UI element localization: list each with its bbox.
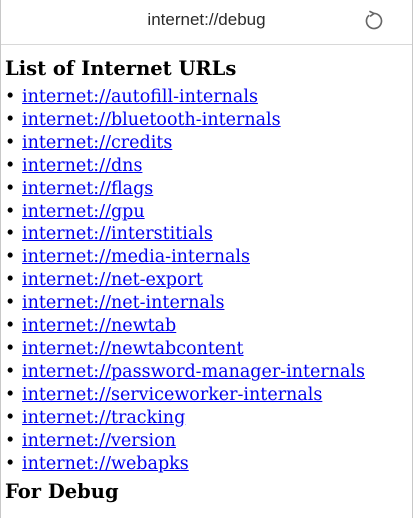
- link-newtabcontent[interactable]: internet://newtabcontent: [22, 339, 244, 359]
- link-net-internals[interactable]: internet://net-internals: [22, 293, 224, 313]
- bullet: •: [5, 270, 16, 291]
- link-flags[interactable]: internet://flags: [22, 179, 153, 199]
- link-webapks[interactable]: internet://webapks: [22, 454, 189, 474]
- link-newtab[interactable]: internet://newtab: [22, 316, 176, 336]
- bullet: •: [5, 87, 16, 107]
- list-item: • internet://newtabcontent: [5, 338, 412, 361]
- bullet: •: [5, 453, 16, 474]
- bullet: •: [5, 338, 16, 359]
- list-item: • internet://net-internals: [5, 292, 412, 315]
- link-bluetooth-internals[interactable]: internet://bluetooth-internals: [22, 110, 281, 130]
- list-item: • internet://media-internals: [5, 246, 412, 269]
- bullet: •: [5, 384, 16, 405]
- link-net-export[interactable]: internet://net-export: [22, 270, 203, 290]
- link-tracking[interactable]: internet://tracking: [22, 408, 185, 428]
- list-item: • internet://net-export: [5, 269, 412, 292]
- list-item: • internet://autofill-internals: [5, 86, 412, 109]
- list-item: • internet://serviceworker-internals: [5, 384, 412, 407]
- url-text[interactable]: internet://debug: [1, 10, 412, 30]
- link-autofill-internals[interactable]: internet://autofill-internals: [22, 87, 258, 107]
- link-interstitials[interactable]: internet://interstitials: [22, 224, 213, 244]
- reload-button[interactable]: [362, 9, 386, 33]
- list-item: • internet://webapks: [5, 453, 412, 476]
- bullet: •: [5, 109, 16, 130]
- page-content: List of Internet URLs • internet://autofi…: [1, 45, 412, 506]
- link-credits[interactable]: internet://credits: [22, 133, 172, 153]
- list-item: • internet://gpu: [5, 201, 412, 224]
- list-item: • internet://newtab: [5, 315, 412, 338]
- address-bar: internet://debug: [1, 0, 412, 45]
- list-item: • internet://interstitials: [5, 223, 412, 246]
- bullet: •: [5, 316, 16, 337]
- list-item: • internet://tracking: [5, 407, 412, 430]
- list-item: • internet://password-manager-internals: [5, 361, 412, 384]
- url-list: • internet://autofill-internals • internet…: [5, 86, 412, 475]
- bullet: •: [5, 155, 16, 176]
- bullet: •: [5, 247, 16, 268]
- browser-window: internet://debug List of Internet URLs •…: [0, 0, 413, 518]
- bullet: •: [5, 361, 16, 382]
- bullet: •: [5, 224, 16, 245]
- list-item: • internet://version: [5, 430, 412, 453]
- bullet: •: [5, 201, 16, 222]
- list-item: • internet://credits: [5, 132, 412, 155]
- bullet: •: [5, 430, 16, 451]
- link-media-internals[interactable]: internet://media-internals: [22, 247, 250, 267]
- link-version[interactable]: internet://version: [22, 431, 176, 451]
- link-gpu[interactable]: internet://gpu: [22, 202, 145, 222]
- list-item: • internet://bluetooth-internals: [5, 109, 412, 132]
- section-heading-for-debug: For Debug: [5, 480, 119, 504]
- bullet: •: [5, 132, 16, 153]
- reload-icon: [365, 10, 383, 30]
- link-dns[interactable]: internet://dns: [22, 156, 142, 176]
- list-item: • internet://dns: [5, 155, 412, 178]
- list-item: • internet://flags: [5, 178, 412, 201]
- link-serviceworker-internals[interactable]: internet://serviceworker-internals: [22, 385, 322, 405]
- page-heading: List of Internet URLs: [5, 57, 237, 80]
- bullet: •: [5, 407, 16, 428]
- bullet: •: [5, 178, 16, 199]
- bullet: •: [5, 293, 16, 314]
- link-password-manager-internals[interactable]: internet://password-manager-internals: [22, 362, 365, 382]
